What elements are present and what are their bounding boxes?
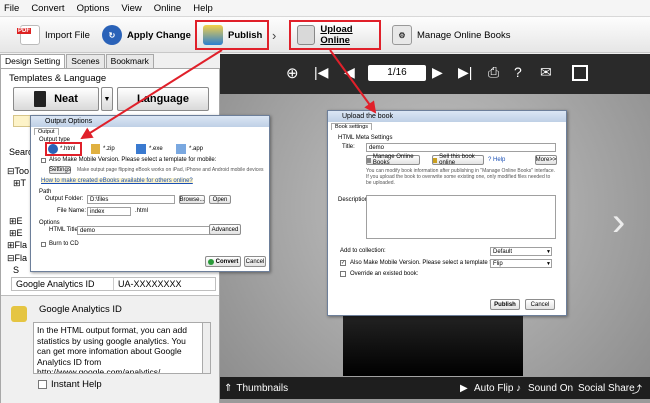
- annotation-arrows: [80, 49, 377, 140]
- arrow-publish-to-output: [80, 49, 223, 140]
- arrow-upload-to-dialog: [329, 49, 377, 114]
